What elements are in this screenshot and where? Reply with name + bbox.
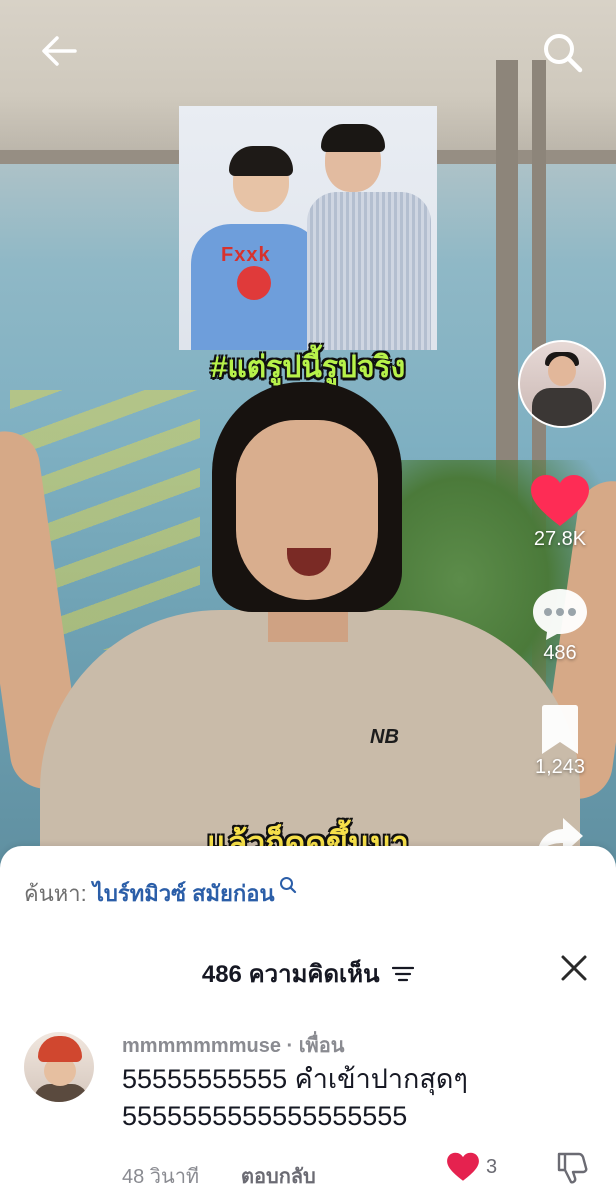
like-count: 27.8K [533, 528, 587, 550]
search-suggestion-query: ไบร์ทมิวซ์ สมัยก่อน [92, 881, 275, 906]
bookmark-icon [542, 705, 578, 754]
close-icon [561, 955, 587, 981]
search-icon [544, 34, 583, 73]
comment-text: 55555555555 คำเข้าปากสุดๆ 55555555555555… [122, 1064, 468, 1131]
back-button[interactable] [36, 28, 82, 74]
comment-count: 486 [543, 642, 577, 664]
commenter-username[interactable]: mmmmmmmuse · เพื่อน [122, 1029, 344, 1061]
like-button[interactable]: 27.8K [514, 474, 606, 551]
heart-icon [447, 1152, 479, 1181]
comment-dislike-button[interactable] [554, 1150, 590, 1186]
comment-bubble-icon [533, 589, 587, 640]
save-button[interactable]: 1,243 [514, 704, 606, 779]
share-button[interactable] [514, 816, 606, 846]
comments-count-label: 486 ความคิดเห็น [201, 961, 380, 988]
comment-time: 48 วินาที [122, 1166, 200, 1188]
comment-button[interactable]: 486 [514, 586, 606, 665]
search-suggestion-prefix: ค้นหา: [24, 881, 87, 906]
thumbs-down-icon [557, 1152, 588, 1184]
photo-card-text: Fxxk [221, 244, 271, 266]
search-suggestion[interactable]: ค้นหา: ไบร์ทมิวซ์ สมัยก่อน [24, 876, 297, 911]
comments-sheet: ค้นหา: ไบร์ทมิวซ์ สมัยก่อน 486 ความคิดเห… [0, 846, 616, 1199]
heart-icon [531, 475, 589, 526]
sort-icon [392, 966, 415, 981]
shirt-logo: NB [370, 726, 399, 748]
share-icon [539, 818, 583, 846]
commenter-avatar[interactable] [24, 1032, 94, 1102]
photo-card: Fxxk [179, 106, 437, 350]
save-count: 1,243 [534, 756, 586, 778]
close-button[interactable] [556, 950, 592, 986]
sort-button[interactable] [392, 962, 415, 990]
comment-like-count: 3 [486, 1155, 498, 1178]
search-icon [279, 877, 296, 894]
creator-avatar[interactable] [518, 340, 606, 428]
arrow-left-icon [42, 36, 77, 66]
reply-button[interactable]: ตอบกลับ [241, 1160, 316, 1192]
comment-like-button[interactable]: 3 [446, 1152, 497, 1182]
search-button[interactable] [538, 28, 586, 76]
comments-title: 486 ความคิดเห็น [0, 954, 616, 993]
